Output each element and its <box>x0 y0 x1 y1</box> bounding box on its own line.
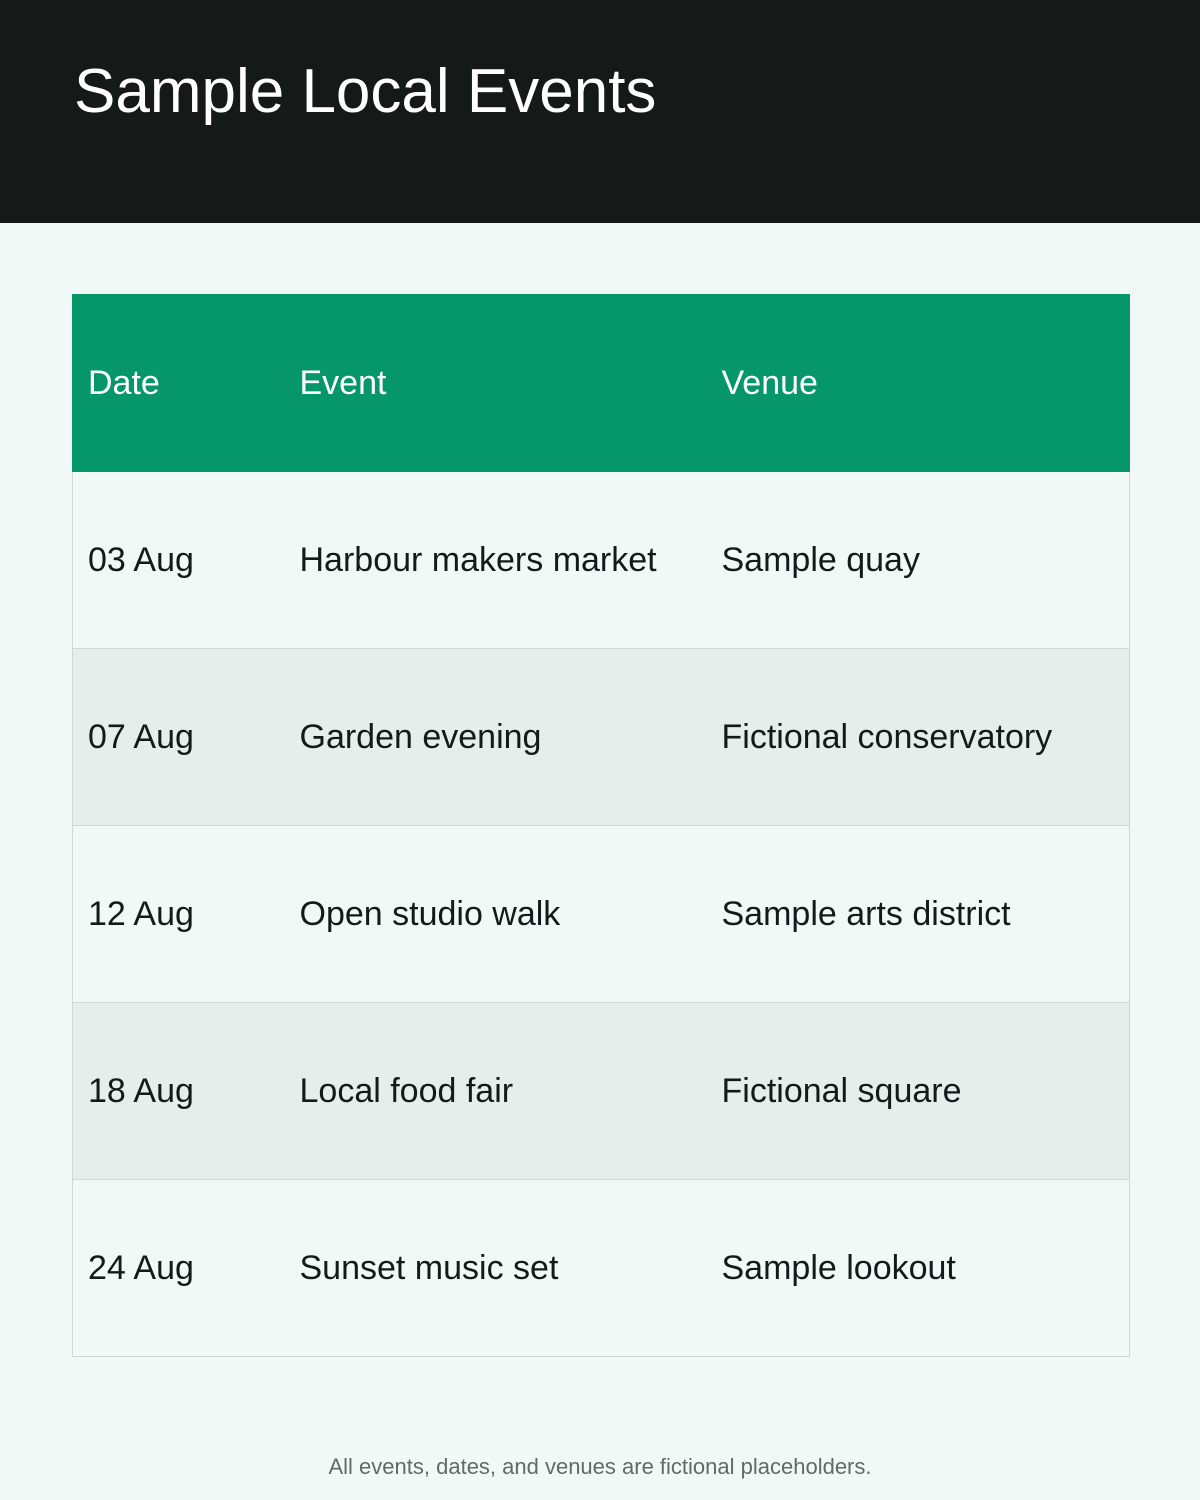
column-header-event: Event <box>284 294 707 472</box>
cell-venue: Sample quay <box>706 471 1130 649</box>
footnote: All events, dates, and venues are fictio… <box>328 1454 872 1479</box>
cell-venue: Sample arts district <box>706 825 1130 1003</box>
table-header-row: Date Event Venue <box>72 294 1130 472</box>
cell-venue: Sample lookout <box>706 1179 1130 1357</box>
cell-event: Garden evening <box>284 648 707 826</box>
table-header: Date Event Venue <box>72 294 1130 472</box>
cell-date: 07 Aug <box>72 648 285 826</box>
cell-event: Open studio walk <box>284 825 707 1003</box>
cell-event: Sunset music set <box>284 1179 707 1357</box>
table-row: 24 Aug Sunset music set Sample lookout <box>72 1179 1130 1357</box>
cell-date: 12 Aug <box>72 825 285 1003</box>
column-header-date: Date <box>72 294 285 472</box>
table-row: 07 Aug Garden evening Fictional conserva… <box>72 648 1130 826</box>
cell-venue: Fictional square <box>706 1002 1130 1180</box>
events-table: Date Event Venue 03 Aug Harbour makers m… <box>72 294 1130 1357</box>
cell-date: 24 Aug <box>72 1179 285 1357</box>
table-body: 03 Aug Harbour makers market Sample quay… <box>72 471 1130 1357</box>
cell-date: 03 Aug <box>72 471 285 649</box>
page-header: Sample Local Events <box>0 0 1200 223</box>
cell-event: Local food fair <box>284 1002 707 1180</box>
column-header-venue: Venue <box>706 294 1130 472</box>
cell-venue: Fictional conservatory <box>706 648 1130 826</box>
cell-date: 18 Aug <box>72 1002 285 1180</box>
cell-event: Harbour makers market <box>284 471 707 649</box>
table-row: 03 Aug Harbour makers market Sample quay <box>72 471 1130 649</box>
table-row: 18 Aug Local food fair Fictional square <box>72 1002 1130 1180</box>
page-title: Sample Local Events <box>74 57 657 126</box>
table-row: 12 Aug Open studio walk Sample arts dist… <box>72 825 1130 1003</box>
